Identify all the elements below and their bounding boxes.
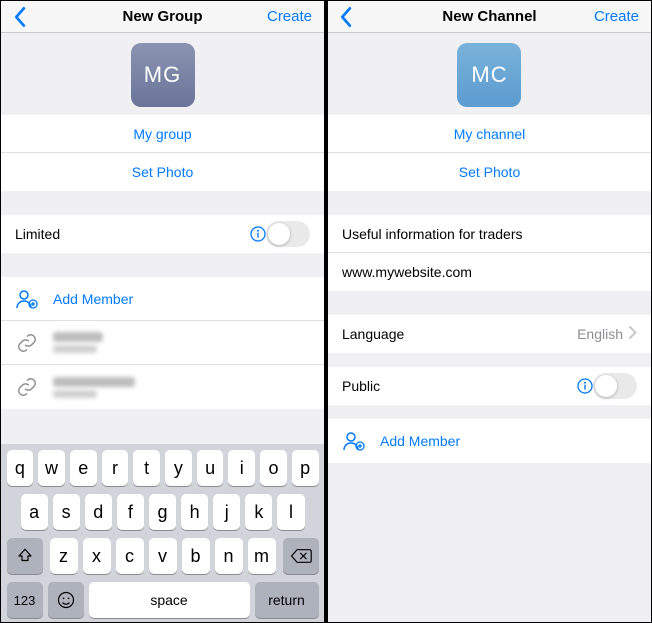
avatar-section: MC xyxy=(328,33,651,115)
group-avatar[interactable]: MG xyxy=(131,43,195,107)
add-member-button[interactable]: Add Member xyxy=(328,419,651,463)
key-y[interactable]: y xyxy=(165,450,192,486)
info-icon[interactable] xyxy=(250,226,266,242)
chevron-right-icon xyxy=(629,326,637,342)
description-field[interactable]: Useful information for traders xyxy=(328,215,651,253)
add-member-label: Add Member xyxy=(380,433,460,449)
key-b[interactable]: b xyxy=(182,538,210,574)
key-m[interactable]: m xyxy=(248,538,276,574)
public-label: Public xyxy=(342,378,571,394)
key-f[interactable]: f xyxy=(117,494,144,530)
key-c[interactable]: c xyxy=(116,538,144,574)
public-section: Public xyxy=(328,367,651,405)
members-section: Add Member xyxy=(328,419,651,463)
link-icon xyxy=(15,375,39,399)
member-row[interactable] xyxy=(1,321,324,365)
key-z[interactable]: z xyxy=(50,538,78,574)
key-x[interactable]: x xyxy=(83,538,111,574)
key-u[interactable]: u xyxy=(197,450,224,486)
key-d[interactable]: d xyxy=(85,494,112,530)
limited-toggle[interactable] xyxy=(266,221,310,247)
key-a[interactable]: a xyxy=(21,494,48,530)
emoji-key[interactable] xyxy=(48,582,84,618)
limited-row: Limited xyxy=(1,215,324,253)
new-channel-screen: New Channel Create MC My channel Set Pho… xyxy=(328,1,651,622)
key-q[interactable]: q xyxy=(7,450,34,486)
create-button[interactable]: Create xyxy=(267,8,312,25)
key-o[interactable]: o xyxy=(260,450,287,486)
key-k[interactable]: k xyxy=(245,494,272,530)
member-name-blurred xyxy=(53,377,135,398)
key-n[interactable]: n xyxy=(215,538,243,574)
key-l[interactable]: l xyxy=(277,494,304,530)
language-section: Language English xyxy=(328,315,651,353)
add-member-icon xyxy=(342,429,366,453)
numbers-key[interactable]: 123 xyxy=(7,582,43,618)
backspace-key[interactable] xyxy=(283,538,319,574)
group-name-field[interactable]: My group xyxy=(1,115,324,153)
key-e[interactable]: e xyxy=(70,450,97,486)
set-photo-button[interactable]: Set Photo xyxy=(1,153,324,191)
set-photo-button[interactable]: Set Photo xyxy=(328,153,651,191)
key-r[interactable]: r xyxy=(102,450,129,486)
channel-avatar[interactable]: MC xyxy=(457,43,521,107)
keyboard[interactable]: qwertyuiop asdfghjkl zxcvbnm 123 space r… xyxy=(1,444,324,622)
return-key[interactable]: return xyxy=(255,582,319,618)
limited-label: Limited xyxy=(15,226,244,242)
public-row: Public xyxy=(328,367,651,405)
language-label: Language xyxy=(342,326,577,342)
add-member-icon xyxy=(15,287,39,311)
info-icon[interactable] xyxy=(577,378,593,394)
link-icon xyxy=(15,331,39,355)
key-h[interactable]: h xyxy=(181,494,208,530)
name-section: My group Set Photo xyxy=(1,115,324,191)
name-section: My channel Set Photo xyxy=(328,115,651,191)
new-group-screen: New Group Create MG My group Set Photo L… xyxy=(1,1,324,622)
public-toggle[interactable] xyxy=(593,373,637,399)
shift-key[interactable] xyxy=(7,538,43,574)
key-j[interactable]: j xyxy=(213,494,240,530)
key-v[interactable]: v xyxy=(149,538,177,574)
language-row[interactable]: Language English xyxy=(328,315,651,353)
limited-section: Limited xyxy=(1,215,324,253)
info-section: Useful information for traders www.myweb… xyxy=(328,215,651,291)
member-name-blurred xyxy=(53,332,103,353)
member-row[interactable] xyxy=(1,365,324,409)
create-button[interactable]: Create xyxy=(594,8,639,25)
key-p[interactable]: p xyxy=(292,450,319,486)
navbar: New Channel Create xyxy=(328,1,651,33)
key-t[interactable]: t xyxy=(133,450,160,486)
members-section: Add Member xyxy=(1,277,324,409)
key-i[interactable]: i xyxy=(228,450,255,486)
key-w[interactable]: w xyxy=(38,450,65,486)
add-member-button[interactable]: Add Member xyxy=(1,277,324,321)
navbar: New Group Create xyxy=(1,1,324,33)
key-g[interactable]: g xyxy=(149,494,176,530)
avatar-section: MG xyxy=(1,33,324,115)
website-field[interactable]: www.mywebsite.com xyxy=(328,253,651,291)
channel-name-field[interactable]: My channel xyxy=(328,115,651,153)
key-s[interactable]: s xyxy=(53,494,80,530)
language-value: English xyxy=(577,326,623,342)
add-member-label: Add Member xyxy=(53,291,133,307)
space-key[interactable]: space xyxy=(89,582,250,618)
